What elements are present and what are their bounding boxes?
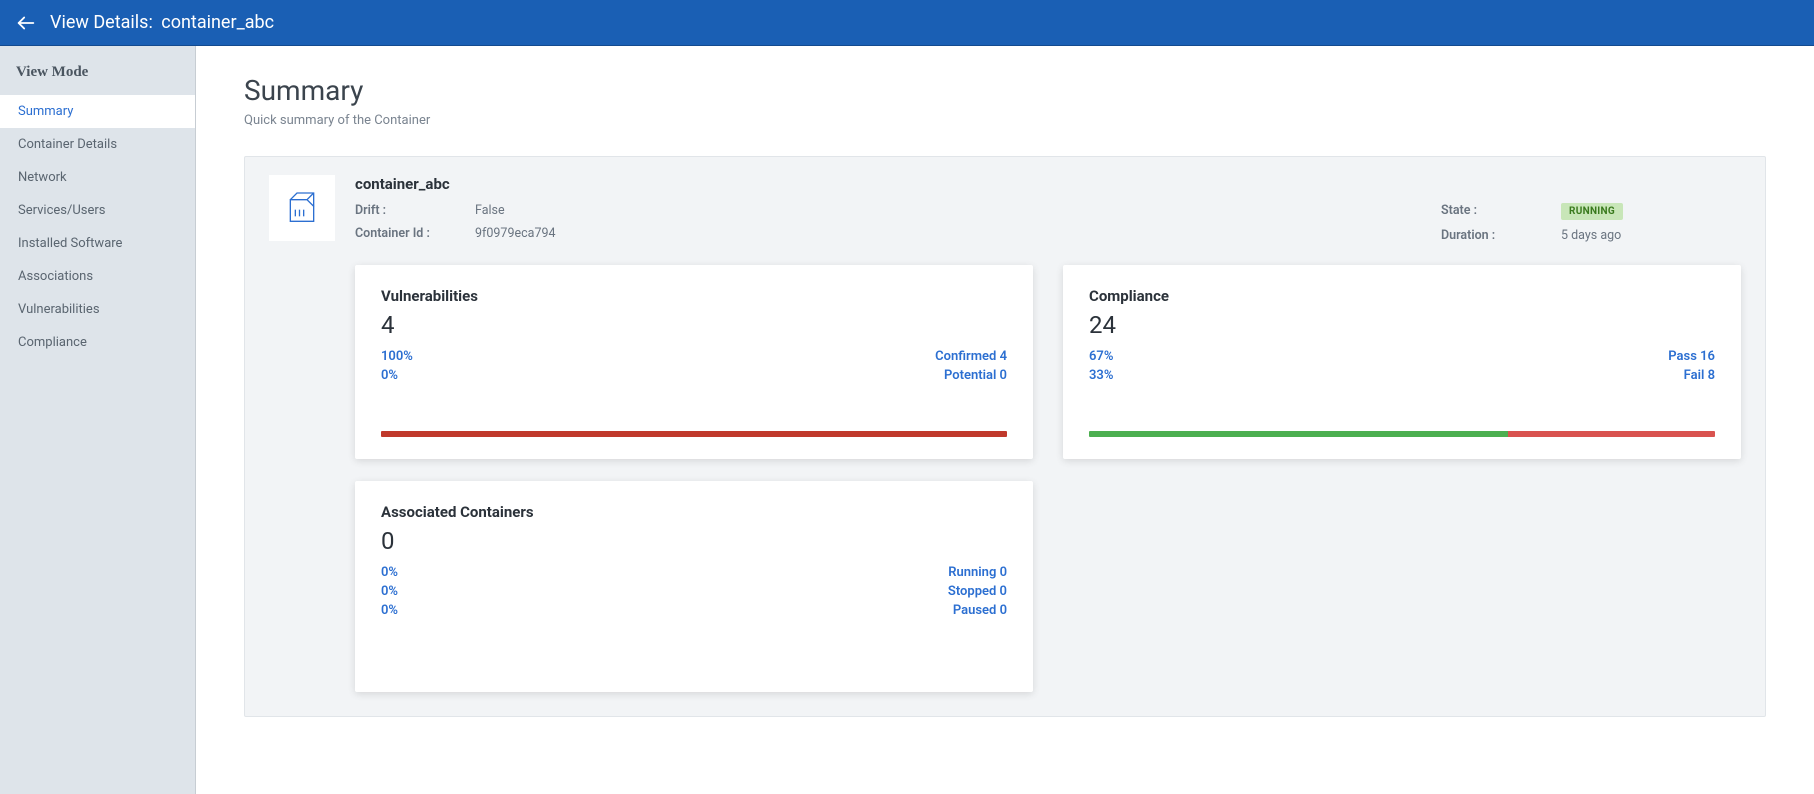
stat-right: Potential 0 — [944, 368, 1007, 383]
stat-left: 100% — [381, 349, 413, 364]
info-panel: container_abc Drift : False Container Id :… — [244, 156, 1766, 717]
meta-value: RUNNING — [1561, 203, 1623, 220]
main-content: Summary Quick summary of the Container c… — [196, 46, 1814, 794]
bar-segment — [1508, 431, 1715, 437]
stat-row[interactable]: 0% Paused 0 — [381, 603, 1007, 618]
card-vulnerabilities: Vulnerabilities 4 100% Confirmed 4 0% Poten… — [355, 265, 1033, 459]
stat-right: Pass 16 — [1668, 349, 1715, 364]
container-icon — [269, 175, 335, 241]
card-compliance-total: 24 — [1089, 311, 1715, 339]
sidebar-item-network[interactable]: Network — [0, 161, 195, 194]
bar-segment — [1089, 431, 1508, 437]
stat-right: Paused 0 — [953, 603, 1007, 618]
page-subtitle: Quick summary of the Container — [244, 113, 1766, 128]
meta-label: Drift : — [355, 203, 455, 218]
stat-right: Stopped 0 — [948, 584, 1007, 599]
stat-row[interactable]: 33% Fail 8 — [1089, 368, 1715, 383]
stat-row[interactable]: 0% Potential 0 — [381, 368, 1007, 383]
sidebar-item-installed-software[interactable]: Installed Software — [0, 227, 195, 260]
stat-left: 0% — [381, 603, 398, 618]
meta-label: Container Id : — [355, 226, 455, 241]
card-assoc-title: Associated Containers — [381, 503, 1007, 521]
vuln-bar — [381, 431, 1007, 437]
stat-row[interactable]: 0% Running 0 — [381, 565, 1007, 580]
card-compliance: Compliance 24 67% Pass 16 33% Fail 8 — [1063, 265, 1741, 459]
meta-value: False — [475, 203, 505, 218]
meta-row: Drift : False — [355, 203, 556, 218]
sidebar-item-compliance[interactable]: Compliance — [0, 326, 195, 359]
sidebar-item-vulnerabilities[interactable]: Vulnerabilities — [0, 293, 195, 326]
header-title: View Details: container_abc — [50, 12, 274, 33]
meta-row: Duration : 5 days ago — [1441, 228, 1741, 243]
sidebar-title: View Mode — [0, 56, 195, 95]
card-associated: Associated Containers 0 0% Running 0 0% Sto… — [355, 481, 1033, 692]
header-entity-name: container_abc — [161, 12, 274, 33]
meta-value: 5 days ago — [1561, 228, 1621, 243]
sidebar-item-summary[interactable]: Summary — [0, 95, 195, 128]
app-header: View Details: container_abc — [0, 0, 1814, 46]
card-vuln-title: Vulnerabilities — [381, 287, 1007, 305]
meta-row: State : RUNNING — [1441, 203, 1741, 220]
header-title-prefix: View Details: — [50, 12, 153, 33]
meta-row: Container Id : 9f0979eca794 — [355, 226, 556, 241]
stat-row[interactable]: 100% Confirmed 4 — [381, 349, 1007, 364]
stat-row[interactable]: 0% Stopped 0 — [381, 584, 1007, 599]
stat-right: Running 0 — [948, 565, 1007, 580]
stat-left: 0% — [381, 565, 398, 580]
card-compliance-title: Compliance — [1089, 287, 1715, 305]
meta-label: Duration : — [1441, 228, 1541, 243]
sidebar-item-container-details[interactable]: Container Details — [0, 128, 195, 161]
stat-right: Fail 8 — [1684, 368, 1715, 383]
stat-left: 0% — [381, 584, 398, 599]
stat-left: 33% — [1089, 368, 1113, 383]
card-vuln-total: 4 — [381, 311, 1007, 339]
stat-row[interactable]: 67% Pass 16 — [1089, 349, 1715, 364]
meta-value: 9f0979eca794 — [475, 226, 556, 241]
sidebar-item-services-users[interactable]: Services/Users — [0, 194, 195, 227]
back-arrow-icon[interactable] — [12, 9, 40, 37]
state-badge: RUNNING — [1561, 203, 1623, 220]
card-assoc-total: 0 — [381, 527, 1007, 555]
stat-left: 0% — [381, 368, 398, 383]
meta-label: State : — [1441, 203, 1541, 220]
bar-segment — [381, 431, 1007, 437]
sidebar: View Mode SummaryContainer DetailsNetwor… — [0, 46, 196, 794]
stat-left: 67% — [1089, 349, 1113, 364]
entity-name: container_abc — [355, 175, 1741, 193]
sidebar-item-associations[interactable]: Associations — [0, 260, 195, 293]
page-title: Summary — [244, 74, 1766, 107]
meta-right-column: State : RUNNING Duration : 5 days ago — [1441, 203, 1741, 243]
stat-right: Confirmed 4 — [935, 349, 1007, 364]
compliance-bar — [1089, 431, 1715, 437]
meta-left-column: Drift : False Container Id : 9f0979eca794 — [355, 203, 556, 243]
